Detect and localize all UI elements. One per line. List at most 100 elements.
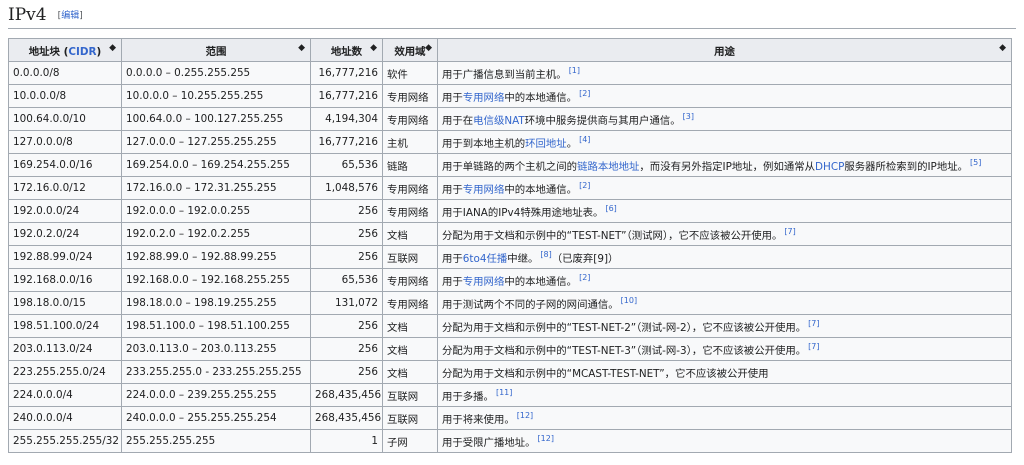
sort-icon[interactable]: ◆ [425,43,432,53]
purpose-text: 中的本地通信。 [504,183,578,196]
column-header-range[interactable]: 范围 ◆ [121,38,311,62]
cell-purpose: 用于专用网络中的本地通信。 [2] [437,84,1012,108]
column-header-scope[interactable]: 效用域 ◆ [382,38,438,62]
citation-link[interactable]: [8] [540,250,551,259]
citation-link[interactable]: [7] [784,227,795,236]
cell-scope: 链路 [382,153,438,177]
purpose-text: 用于 [442,252,463,265]
column-header-purpose[interactable]: 用途 ◆ [437,38,1012,62]
table-row: 172.16.0.0/12 172.16.0.0 – 172.31.255.255… [8,176,1012,200]
citation-ref: [5] [970,158,981,167]
cell-count: 4,194,304 [310,107,383,131]
purpose-text: 环境中服务提供商与其用户通信。 [524,114,681,127]
header-row: 地址块 (CIDR) ◆ 范围 ◆ 地址数 ◆ 效用域 ◆ 用途 ◆ [8,38,1012,62]
cell-range: 233.255.255.0 - 233.255.255.255 [121,360,311,384]
purpose-text: 用于 [442,183,463,196]
cell-range: 100.64.0.0 – 100.127.255.255 [121,107,311,131]
cell-count: 65,536 [310,153,383,177]
cell-scope: 子网 [382,429,438,453]
citation-link[interactable]: [12] [538,434,554,443]
purpose-text: 。 [566,137,578,150]
purpose-text: 分配为用于文档和示例中的“MCAST-TEST-NET”，它不应该被公开使用 [442,367,769,380]
purpose-text: 分配为用于文档和示例中的“TEST-NET-2”（测试-网-2），它不应该被公开… [442,321,807,334]
column-header-label: 用途 [714,45,735,58]
cell-purpose: 用于受限广播地址。 [12] [437,429,1012,453]
citation-link[interactable]: [2] [579,89,590,98]
cell-block: 169.254.0.0/16 [8,153,122,177]
cell-range: 172.16.0.0 – 172.31.255.255 [121,176,311,200]
cell-range: 192.168.0.0 – 192.168.255.255 [121,268,311,292]
citation-ref: [8] [540,250,551,259]
cell-count: 256 [310,245,383,269]
purpose-link[interactable]: 专用网络 [463,184,505,196]
purpose-text: 用于受限广播地址。 [442,436,536,449]
table-row: 192.0.0.0/24 192.0.0.0 – 192.0.0.255 256 专用… [8,199,1012,223]
cell-block: 203.0.113.0/24 [8,337,122,361]
citation-ref: [1] [569,66,580,75]
citation-link[interactable]: [7] [808,342,819,351]
cell-block: 100.64.0.0/10 [8,107,122,131]
cell-purpose: 用于广播信息到当前主机。 [1] [437,61,1012,85]
cell-count: 16,777,216 [310,130,383,154]
cell-scope: 互联网 [382,383,438,407]
citation-ref: [7] [784,227,795,236]
cell-count: 268,435,456 [310,406,383,430]
column-header-label: 效用域 [394,45,426,58]
citation-link[interactable]: [4] [579,135,590,144]
cell-purpose: 用于测试两个不同的子网的网间通信。 [10] [437,291,1012,315]
table-row: 255.255.255.255/32 255.255.255.255 1 子网 用于受限… [8,429,1012,453]
column-header-block[interactable]: 地址块 (CIDR) ◆ [8,38,122,62]
cell-scope: 专用网络 [382,268,438,292]
cell-range: 198.51.100.0 – 198.51.100.255 [121,314,311,338]
edit-link[interactable]: 编辑 [61,11,79,21]
sort-icon[interactable]: ◆ [109,43,116,53]
purpose-link[interactable]: 专用网络 [463,92,505,104]
purpose-link[interactable]: 专用网络 [463,276,505,288]
citation-link[interactable]: [1] [569,66,580,75]
cell-purpose: 用于将来使用。 [12] [437,406,1012,430]
purpose-text: 用于广播信息到当前主机。 [442,68,567,81]
citation-link[interactable]: [11] [496,388,512,397]
citation-link[interactable]: [3] [683,112,694,121]
purpose-link[interactable]: 任播 [486,253,507,265]
citation-link[interactable]: [2] [579,181,590,190]
cell-count: 65,536 [310,268,383,292]
sort-icon[interactable]: ◆ [999,43,1006,53]
citation-link[interactable]: [6] [605,204,616,213]
cell-count: 256 [310,199,383,223]
column-header-label: 地址块 ( [28,45,69,58]
cell-scope: 专用网络 [382,291,438,315]
cell-scope: 文档 [382,222,438,246]
cell-scope: 专用网络 [382,199,438,223]
cell-purpose: 分配为用于文档和示例中的“TEST-NET”（测试网），它不应该被公开使用。 [7… [437,222,1012,246]
purpose-link[interactable]: 环回地址 [525,138,567,150]
citation-ref: [12] [517,411,533,420]
citation-link[interactable]: [12] [517,411,533,420]
citation-ref: [3] [683,112,694,121]
purpose-link[interactable]: DHCP [815,161,844,173]
cell-count: 256 [310,337,383,361]
cell-purpose: 用于单链路的两个主机之间的链路本地地址，而没有另外指定IP地址，例如通常从DHC… [437,153,1012,177]
sort-icon[interactable]: ◆ [370,43,377,53]
cell-purpose: 分配为用于文档和示例中的“MCAST-TEST-NET”，它不应该被公开使用 [437,360,1012,384]
citation-ref: [6] [605,204,616,213]
column-header-count[interactable]: 地址数 ◆ [310,38,383,62]
cell-scope: 文档 [382,360,438,384]
purpose-link[interactable]: 电信级NAT [473,115,525,127]
purpose-link[interactable]: 6to4 [463,253,487,265]
cell-block: 198.18.0.0/15 [8,291,122,315]
purpose-link[interactable]: 链路本地地址 [577,161,639,173]
citation-link[interactable]: [10] [621,296,637,305]
cell-range: 127.0.0.0 – 127.255.255.255 [121,130,311,154]
ipv4-special-address-table: 地址块 (CIDR) ◆ 范围 ◆ 地址数 ◆ 效用域 ◆ 用途 ◆ 0.0.0.0/8 0… [8,38,1012,453]
table-body: 0.0.0.0/8 0.0.0.0 – 0.255.255.255 16,777,2… [8,61,1012,453]
cidr-link[interactable]: CIDR [68,46,96,58]
sort-icon[interactable]: ◆ [298,43,305,53]
citation-link[interactable]: [2] [579,273,590,282]
purpose-text: 用于 [442,91,463,104]
cell-range: 192.0.0.0 – 192.0.0.255 [121,199,311,223]
citation-link[interactable]: [5] [970,158,981,167]
citation-link[interactable]: [7] [808,319,819,328]
cell-scope: 软件 [382,61,438,85]
purpose-text: 用于到本地主机的 [442,137,526,150]
